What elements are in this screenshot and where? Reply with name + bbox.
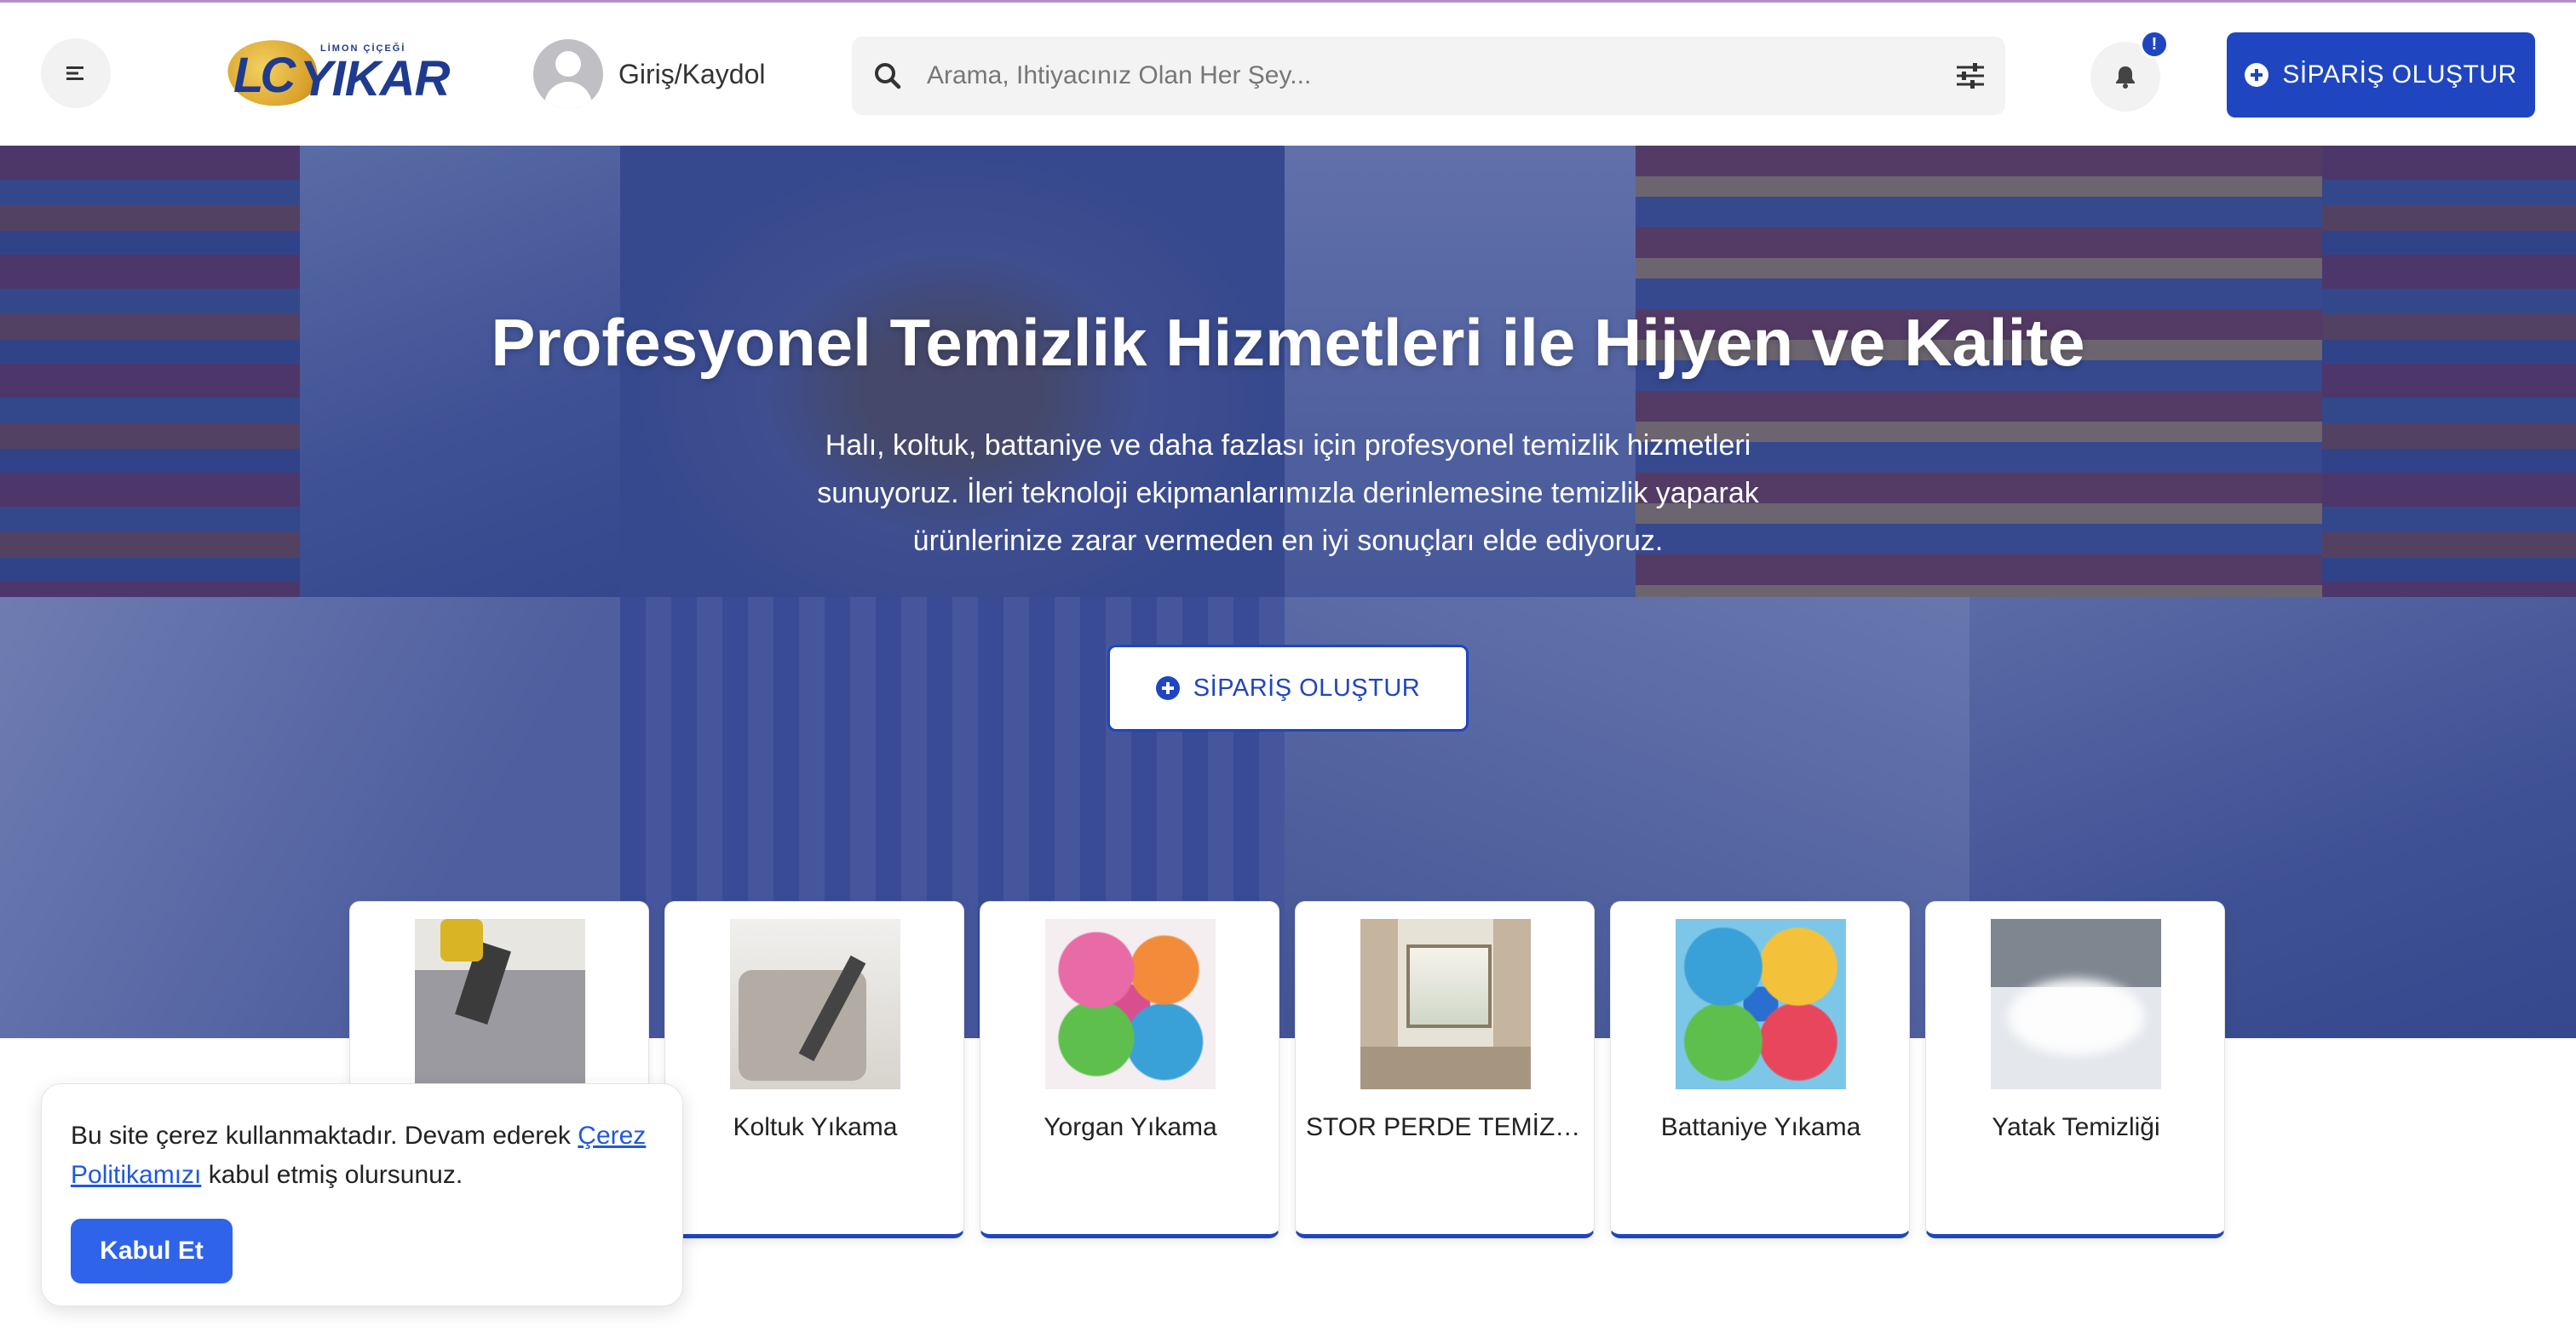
filter-sliders-icon[interactable] <box>1954 60 1987 91</box>
cookie-accept-button[interactable]: Kabul Et <box>71 1219 233 1283</box>
service-label: Battaniye Yıkama <box>1660 1113 1861 1141</box>
logo-wordmark: YIKAR <box>300 51 450 106</box>
hero-create-order-label: SİPARİŞ OLUŞTUR <box>1193 674 1421 702</box>
create-order-button[interactable]: SİPARİŞ OLUŞTUR <box>2227 32 2535 118</box>
cookie-text-after: kabul etmiş olursunuz. <box>201 1161 463 1189</box>
notification-badge: ! <box>2140 30 2169 59</box>
service-image-carpet <box>415 919 585 1089</box>
service-label: Yatak Temizliği <box>1992 1113 2160 1141</box>
bell-icon <box>2116 66 2135 89</box>
cookie-text-before: Bu site çerez kullanmaktadır. Devam eder… <box>71 1122 578 1150</box>
service-card-blanket[interactable]: Battaniye Yıkama <box>1610 901 1910 1238</box>
service-label: Yorgan Yıkama <box>1044 1113 1217 1141</box>
site-logo[interactable]: LC LİMON ÇİÇEĞİ YIKAR <box>224 34 450 112</box>
service-card-curtain[interactable]: STOR PERDE TEMİZL... <box>1295 901 1595 1238</box>
create-order-label: SİPARİŞ OLUŞTUR <box>2282 60 2517 89</box>
service-card-mattress[interactable]: Yatak Temizliği <box>1925 901 2225 1238</box>
service-label: Koltuk Yıkama <box>733 1113 898 1141</box>
login-register-link[interactable]: Giriş/Kaydol <box>533 38 766 110</box>
hero-create-order-button[interactable]: SİPARİŞ OLUŞTUR <box>1107 645 1469 732</box>
service-card-sofa[interactable]: Koltuk Yıkama <box>664 901 964 1238</box>
plus-circle-icon <box>2245 63 2269 87</box>
hero-title: Profesyonel Temizlik Hizmetleri ile Hijy… <box>491 305 2085 380</box>
service-image-blanket <box>1676 919 1846 1089</box>
cookie-consent-banner: Bu site çerez kullanmaktadır. Devam eder… <box>41 1083 683 1306</box>
service-image-sofa <box>730 919 900 1089</box>
search-icon[interactable] <box>871 59 905 93</box>
login-register-label: Giriş/Kaydol <box>618 58 766 89</box>
service-card-quilt[interactable]: Yorgan Yıkama <box>980 901 1279 1238</box>
menu-button[interactable] <box>41 38 111 108</box>
logo-mark: LC <box>233 48 296 103</box>
user-avatar-icon <box>533 39 603 109</box>
service-image-quilt <box>1045 919 1216 1089</box>
hero-subtitle: Halı, koltuk, battaniye ve daha fazlası … <box>817 429 1759 557</box>
service-image-curtain <box>1360 919 1531 1089</box>
service-image-mattress <box>1991 919 2161 1089</box>
search-bar <box>852 37 2005 115</box>
menu-align-left-icon <box>66 66 83 80</box>
search-input[interactable] <box>927 37 1932 115</box>
plus-circle-icon <box>1155 676 1180 700</box>
cookie-message: Bu site çerez kullanmaktadır. Devam eder… <box>71 1117 650 1195</box>
site-header: LC LİMON ÇİÇEĞİ YIKAR Giriş/Kaydol ! <box>0 3 2576 146</box>
service-label: STOR PERDE TEMİZL... <box>1306 1113 1585 1141</box>
